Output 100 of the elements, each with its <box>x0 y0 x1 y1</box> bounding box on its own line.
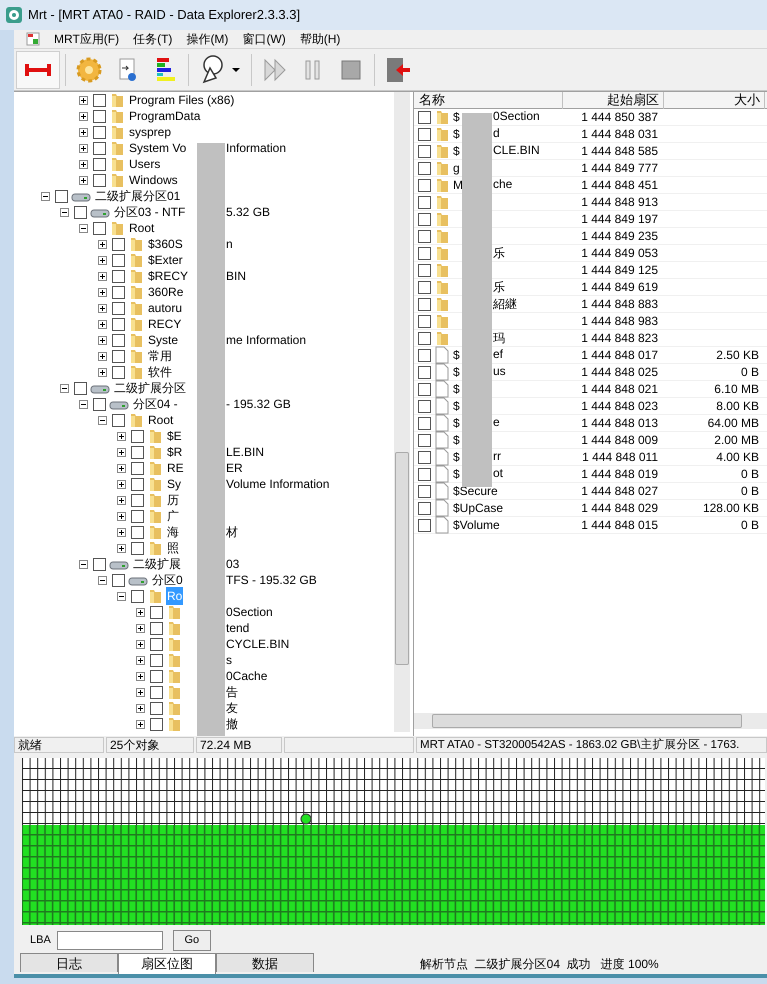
checkbox[interactable] <box>418 382 431 396</box>
collapse-icon[interactable] <box>98 416 107 424</box>
checkbox[interactable] <box>112 414 125 426</box>
checkbox[interactable] <box>418 110 431 124</box>
expand-icon[interactable] <box>79 176 88 184</box>
expand-icon[interactable] <box>98 352 107 360</box>
checkbox[interactable] <box>112 350 125 362</box>
tree-item-label[interactable]: CYCLE.BIN <box>226 636 290 652</box>
checkbox[interactable] <box>131 430 144 442</box>
tree-item-label[interactable]: 二级扩展 <box>132 555 182 573</box>
tree-item-label[interactable]: sysprep <box>128 123 172 141</box>
expand-icon[interactable] <box>136 608 145 616</box>
checkbox[interactable] <box>418 264 431 276</box>
tab[interactable]: 数据 <box>216 953 314 972</box>
menu-item[interactable]: 任务(T) <box>133 30 172 48</box>
tree-item-label[interactable]: $RECY <box>147 267 190 285</box>
checkbox[interactable] <box>112 238 125 250</box>
tree-item-label[interactable]: Root <box>128 219 156 237</box>
expand-icon[interactable] <box>136 624 145 632</box>
checkbox[interactable] <box>112 254 125 266</box>
tree-item-label[interactable]: System Vo <box>128 139 188 157</box>
tree-item-label[interactable]: 0Section <box>226 604 273 620</box>
tree-item-label[interactable]: 常用 <box>147 347 173 365</box>
expand-icon[interactable] <box>117 480 126 488</box>
checkbox[interactable] <box>418 230 431 242</box>
menu-item[interactable]: 帮助(H) <box>300 30 340 48</box>
checkbox[interactable] <box>93 558 106 570</box>
checkbox[interactable] <box>93 398 106 410</box>
checkbox[interactable] <box>418 484 431 498</box>
menu-item[interactable]: 操作(M) <box>186 30 228 48</box>
expand-icon[interactable] <box>117 528 126 536</box>
expand-icon[interactable] <box>117 448 126 456</box>
checkbox[interactable] <box>131 590 144 602</box>
tree-item-label[interactable]: me Information <box>226 332 306 348</box>
checkbox[interactable] <box>55 190 68 202</box>
expand-icon[interactable] <box>98 336 107 344</box>
tree-item-label[interactable]: ER <box>226 460 243 476</box>
checkbox[interactable] <box>418 128 431 140</box>
expand-icon[interactable] <box>136 640 145 648</box>
checkbox[interactable] <box>93 94 106 106</box>
checkbox[interactable] <box>418 332 431 344</box>
checkbox[interactable] <box>112 318 125 330</box>
checkbox[interactable] <box>418 196 431 208</box>
collapse-icon[interactable] <box>117 592 126 600</box>
expand-icon[interactable] <box>98 240 107 248</box>
tree-item-label[interactable]: 分区03 - NTF <box>113 203 186 221</box>
tree-item-label[interactable]: RE <box>166 459 185 477</box>
checkbox[interactable] <box>131 494 144 506</box>
expand-icon[interactable] <box>117 432 126 440</box>
checkbox[interactable] <box>112 270 125 282</box>
tree-item-label[interactable]: RECY <box>147 315 182 333</box>
expand-icon[interactable] <box>79 160 88 168</box>
checkbox[interactable] <box>418 348 431 362</box>
tab[interactable]: 扇区位图 <box>118 953 216 974</box>
expand-icon[interactable] <box>98 320 107 328</box>
tree-item-label[interactable]: 海 <box>166 523 180 541</box>
collapse-icon[interactable] <box>41 192 50 200</box>
tree-item-label[interactable]: s <box>226 652 232 668</box>
checkbox[interactable] <box>418 212 431 226</box>
checkbox[interactable] <box>131 542 144 554</box>
column-header[interactable]: 名称 <box>414 92 563 109</box>
expand-icon[interactable] <box>98 288 107 296</box>
tree-item-label[interactable]: 材 <box>226 524 238 540</box>
horizontal-scrollbar[interactable] <box>414 713 767 729</box>
expand-icon[interactable] <box>79 96 88 104</box>
checkbox[interactable] <box>131 446 144 458</box>
expand-icon[interactable] <box>136 688 145 696</box>
checkbox[interactable] <box>112 302 125 314</box>
checkbox[interactable] <box>150 702 163 714</box>
tree-item-label[interactable]: $Exter <box>147 251 184 269</box>
expand-icon[interactable] <box>98 272 107 280</box>
checkbox[interactable] <box>418 416 431 430</box>
checkbox[interactable] <box>93 142 106 154</box>
checkbox[interactable] <box>150 654 163 666</box>
expand-icon[interactable] <box>117 512 126 520</box>
expand-icon[interactable] <box>98 256 107 264</box>
tree-item-label[interactable]: $360S <box>147 235 184 253</box>
checkbox[interactable] <box>150 606 163 618</box>
tree-item-label[interactable]: autoru <box>147 299 184 317</box>
tree-item-label[interactable]: 照 <box>166 539 180 557</box>
menu-item[interactable]: MRT应用(F) <box>54 30 120 48</box>
checkbox[interactable] <box>418 246 431 260</box>
tree-item-label[interactable]: Information <box>226 140 286 156</box>
tree-item-label[interactable]: 软件 <box>147 363 173 381</box>
checkbox[interactable] <box>93 126 106 138</box>
expand-icon[interactable] <box>117 544 126 552</box>
tree-item-label[interactable]: Syste <box>147 331 180 349</box>
expand-icon[interactable] <box>98 368 107 376</box>
tree-item-label[interactable]: Sy <box>166 475 182 493</box>
collapse-icon[interactable] <box>60 208 69 216</box>
tree-item-label[interactable]: $E <box>166 427 183 445</box>
checkbox[interactable] <box>93 110 106 122</box>
expand-icon[interactable] <box>117 464 126 472</box>
expand-icon[interactable] <box>136 704 145 712</box>
expand-icon[interactable] <box>117 496 126 504</box>
checkbox[interactable] <box>418 144 431 158</box>
checkbox[interactable] <box>418 366 431 378</box>
tree-item-label[interactable]: TFS - 195.32 GB <box>226 572 317 588</box>
checkbox[interactable] <box>418 162 431 174</box>
expand-icon[interactable] <box>79 144 88 152</box>
